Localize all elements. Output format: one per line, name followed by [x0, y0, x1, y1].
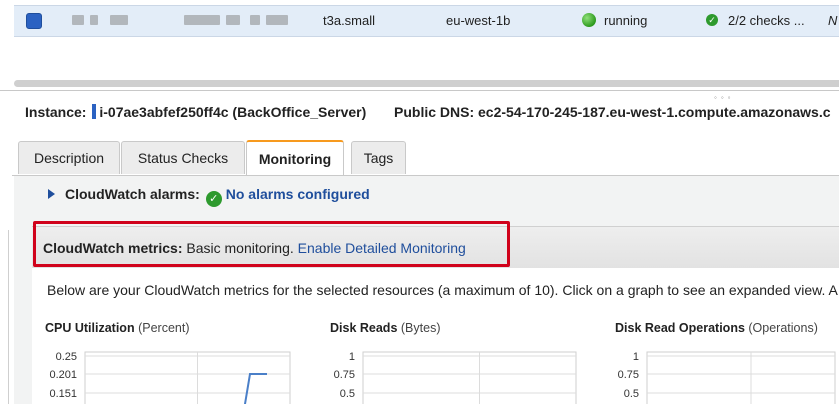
instance-marker — [92, 104, 97, 119]
instance-table-row[interactable]: t3a.small eu-west-1b running ✓ 2/2 check… — [14, 5, 839, 37]
chart-title-text: Disk Reads — [330, 321, 398, 335]
pane-splitter[interactable] — [0, 90, 839, 91]
y-tick-label: 0.201 — [49, 369, 77, 381]
redacted-name-block — [90, 15, 98, 25]
chart-unit-text: (Percent) — [138, 321, 190, 335]
plot-area — [362, 351, 577, 404]
plot-area — [84, 351, 291, 404]
redacted-name-block — [110, 15, 128, 25]
cpu-chart-title: CPU Utilization (Percent) — [45, 321, 189, 335]
left-gutter — [8, 230, 9, 404]
y-tick-label: 1 — [349, 351, 355, 363]
y-tick-label: 0.151 — [49, 388, 77, 400]
row-checkbox[interactable] — [26, 13, 42, 29]
disk-reads-chart[interactable]: 1 0.75 0.5 — [318, 340, 580, 404]
instance-header: Instance: i-07ae3abfef250ff4c (BackOffic… — [25, 104, 366, 120]
chart-unit-text: (Bytes) — [400, 321, 441, 335]
instance-label: Instance: — [25, 104, 87, 120]
tab-status-checks[interactable]: Status Checks — [121, 141, 245, 174]
y-tick-label: 0.75 — [618, 369, 639, 381]
check-circle-icon: ✓ — [706, 14, 718, 26]
instance-state: running — [604, 13, 648, 28]
tab-description[interactable]: Description — [18, 141, 120, 174]
dns-label: Public DNS: — [394, 104, 475, 120]
availability-zone: eu-west-1b — [446, 13, 511, 28]
chart-title-text: Disk Read Operations — [615, 321, 745, 335]
status-dot-icon — [582, 13, 596, 27]
chart-title-text: CPU Utilization — [45, 321, 135, 335]
splitter-grip-icon[interactable]: ◦◦◦ — [714, 93, 735, 102]
instance-type: t3a.small — [323, 13, 376, 28]
y-tick-label: 0.5 — [624, 388, 639, 400]
instance-id: i-07ae3abfef250ff4c (BackOffice_Server) — [99, 104, 367, 120]
no-alarms-link[interactable]: No alarms configured — [226, 186, 370, 202]
highlight-box — [33, 221, 510, 267]
y-tick-label: 0.25 — [56, 351, 77, 363]
tab-tags[interactable]: Tags — [351, 141, 406, 174]
next-column-cell: N — [828, 13, 838, 28]
disk-read-operations-chart[interactable]: 1 0.75 0.5 — [602, 340, 839, 404]
disk-reads-chart-title: Disk Reads (Bytes) — [330, 321, 440, 335]
cloudwatch-alarms-row[interactable]: CloudWatch alarms: ✓ No alarms configured — [48, 186, 370, 207]
check-circle-icon: ✓ — [205, 191, 222, 207]
chart-unit-text: (Operations) — [748, 321, 818, 335]
status-checks: 2/2 checks ... — [728, 13, 805, 28]
tab-monitoring[interactable]: Monitoring — [246, 140, 344, 178]
redacted-id-block — [266, 15, 288, 25]
ec2-console-page: t3a.small eu-west-1b running ✓ 2/2 check… — [0, 0, 839, 404]
plot-area — [646, 351, 836, 404]
y-tick-label: 0.5 — [340, 388, 355, 400]
redacted-id-block — [250, 15, 260, 25]
redacted-id-block — [226, 15, 240, 25]
redacted-id-block — [184, 15, 220, 25]
disk-read-ops-chart-title: Disk Read Operations (Operations) — [615, 321, 818, 335]
redacted-name-block — [72, 15, 84, 25]
expand-triangle-icon[interactable] — [48, 189, 55, 199]
horizontal-scrollbar[interactable] — [14, 80, 839, 87]
y-tick-label: 0.75 — [334, 369, 355, 381]
metrics-description: Below are your CloudWatch metrics for th… — [47, 282, 838, 298]
dns-value: ec2-54-170-245-187.eu-west-1.compute.ama… — [478, 104, 831, 120]
cpu-utilization-chart[interactable]: 0.25 0.201 0.151 — [40, 340, 295, 404]
y-tick-label: 1 — [633, 351, 639, 363]
public-dns: Public DNS: ec2-54-170-245-187.eu-west-1… — [394, 104, 831, 120]
alarms-label: CloudWatch alarms: — [65, 186, 200, 202]
